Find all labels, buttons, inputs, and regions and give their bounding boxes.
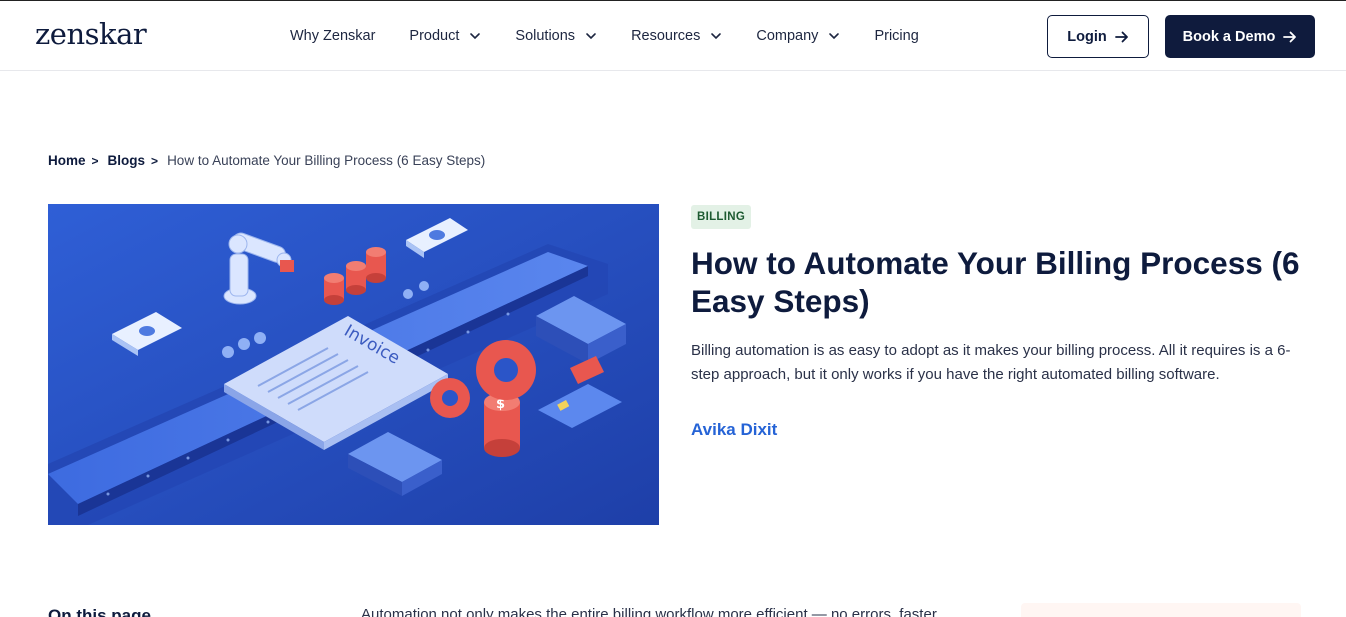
breadcrumb-separator: > [151, 153, 159, 168]
zenskar-logo[interactable]: zenskar [35, 17, 147, 51]
login-button-label: Login [1067, 28, 1107, 45]
billing-automation-illustration: Invoice $ [48, 204, 659, 525]
breadcrumb-separator: > [91, 153, 99, 168]
nav-item-company[interactable]: Company [756, 28, 840, 44]
nav-item-why-zenskar[interactable]: Why Zenskar [290, 28, 375, 44]
nav-item-pricing[interactable]: Pricing [874, 28, 918, 44]
arrow-right-icon [1283, 31, 1297, 42]
nav-item-label: Resources [631, 28, 701, 44]
arrow-right-icon [1114, 31, 1128, 42]
chevron-down-icon [711, 33, 722, 40]
article-hero-image: Invoice $ [48, 204, 659, 525]
login-button[interactable]: Login [1047, 15, 1149, 58]
breadcrumb-current-page: How to Automate Your Billing Process (6 … [167, 153, 486, 168]
author-link[interactable]: Avika Dixit [691, 420, 777, 440]
nav-item-solutions[interactable]: Solutions [515, 28, 597, 44]
nav-item-label: Company [756, 28, 819, 44]
main-nav: Why Zenskar Product Solutions Resources … [290, 1, 953, 71]
nav-item-label: Solutions [515, 28, 576, 44]
nav-item-label: Pricing [874, 28, 919, 44]
chevron-down-icon [470, 33, 481, 40]
book-demo-button-label: Book a Demo [1182, 28, 1276, 45]
breadcrumb-home-link[interactable]: Home [48, 153, 86, 168]
site-header: zenskar Why Zenskar Product Solutions Re… [0, 0, 1346, 71]
chevron-down-icon [586, 33, 596, 40]
breadcrumb: Home > Blogs > How to Automate Your Bill… [48, 153, 485, 168]
table-of-contents-title: On this page [48, 606, 151, 617]
article-description: Billing automation is as easy to adopt a… [691, 342, 1291, 383]
article-intro-text: Automation not only makes the entire bil… [361, 606, 937, 617]
nav-item-label: Why Zenskar [290, 28, 376, 44]
nav-item-product[interactable]: Product [409, 28, 481, 44]
article-title: How to Automate Your Billing Process (6 … [691, 245, 1300, 319]
book-demo-button[interactable]: Book a Demo [1165, 15, 1315, 58]
nav-item-label: Product [409, 28, 460, 44]
chevron-down-icon [829, 33, 840, 40]
category-tag[interactable]: BILLING [691, 205, 752, 229]
sidebar-promo-card [1021, 603, 1301, 617]
nav-item-resources[interactable]: Resources [631, 28, 722, 44]
breadcrumb-blogs-link[interactable]: Blogs [108, 153, 146, 168]
